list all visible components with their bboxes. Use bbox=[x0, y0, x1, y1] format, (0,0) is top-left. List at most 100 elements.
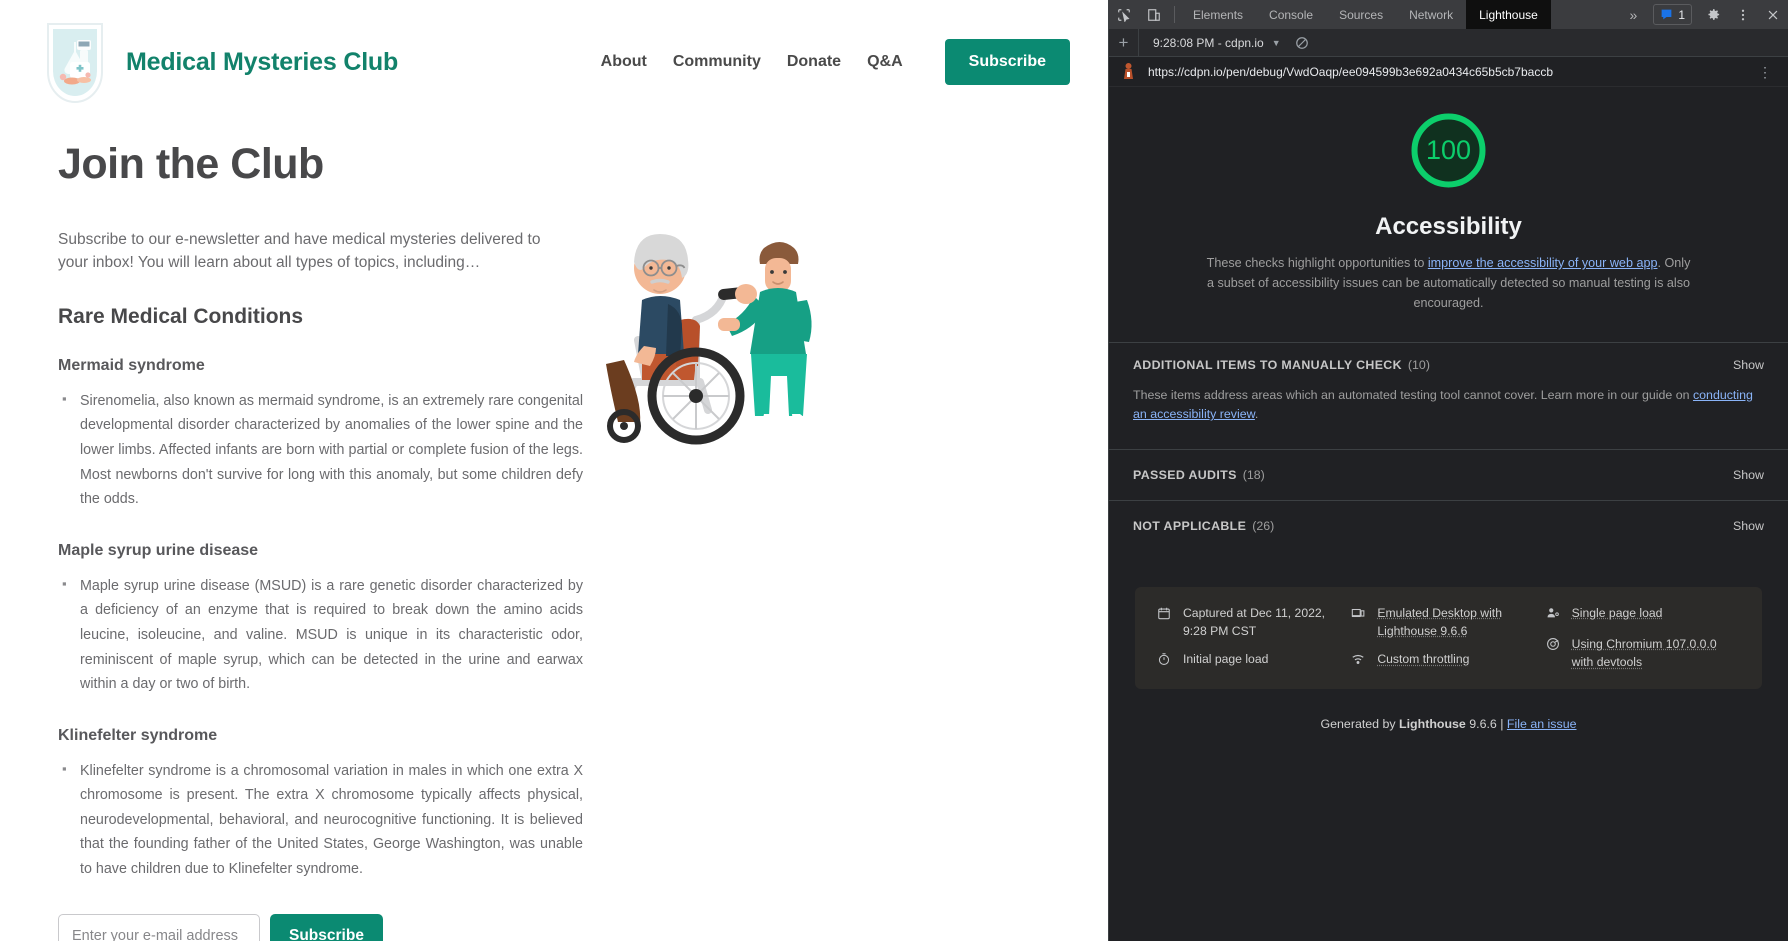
throttling-text[interactable]: Custom throttling bbox=[1377, 650, 1469, 671]
nav-item-community[interactable]: Community bbox=[673, 53, 761, 71]
metadata-item: Emulated Desktop with Lighthouse 9.6.6 bbox=[1351, 604, 1545, 641]
web-page-viewport: Medical Mysteries Club About Community D… bbox=[0, 0, 1108, 941]
list-item: Klinefelter syndrome is a chromosomal va… bbox=[58, 759, 583, 882]
nurse-pushing-elderly-man-in-wheelchair-illustration bbox=[568, 200, 868, 465]
lighthouse-report: 100 Accessibility These checks highlight… bbox=[1109, 87, 1788, 941]
report-footer: Generated by Lighthouse 9.6.6 | File an … bbox=[1109, 717, 1788, 731]
show-toggle[interactable]: Show bbox=[1733, 468, 1764, 482]
score-value: 100 bbox=[1407, 109, 1490, 192]
issues-count: 1 bbox=[1678, 8, 1685, 22]
more-options-icon[interactable] bbox=[1728, 0, 1758, 29]
report-menu-icon[interactable]: ⋮ bbox=[1752, 65, 1778, 79]
new-lighthouse-run-button[interactable]: + bbox=[1109, 29, 1139, 57]
accessibility-score-gauge: 100 bbox=[1407, 109, 1490, 192]
manual-check-header[interactable]: ADDITIONAL ITEMS TO MANUALLY CHECK (10) … bbox=[1133, 343, 1764, 386]
group-label: PASSED AUDITS bbox=[1133, 468, 1237, 482]
form-subscribe-button[interactable]: Subscribe bbox=[270, 914, 383, 941]
devtools-toolbar-right: » 1 bbox=[1620, 0, 1788, 29]
report-url[interactable]: https://cdpn.io/pen/debug/VwdOaqp/ee0945… bbox=[1148, 65, 1752, 79]
issues-icon[interactable]: 1 bbox=[1653, 4, 1692, 25]
tab-console[interactable]: Console bbox=[1256, 0, 1326, 29]
condition-list: Sirenomelia, also known as mermaid syndr… bbox=[58, 389, 583, 512]
condition-block: Klinefelter syndrome Klinefelter syndrom… bbox=[58, 727, 583, 882]
lighthouse-brand: Lighthouse bbox=[1399, 717, 1466, 731]
site-favicon-icon bbox=[1121, 63, 1136, 80]
metadata-column: Single page load Using Chromium 107.0.0.… bbox=[1546, 604, 1740, 672]
passed-audits-header[interactable]: PASSED AUDITS (18) Show bbox=[1133, 450, 1764, 500]
page-title: Join the Club bbox=[58, 140, 1108, 189]
manual-body-part-1: These items address areas which an autom… bbox=[1133, 388, 1693, 402]
score-gauge-section: 100 Accessibility These checks highlight… bbox=[1109, 87, 1788, 314]
captured-at-text: Captured at Dec 11, 2022, 9:28 PM CST bbox=[1183, 604, 1343, 641]
metadata-column: Emulated Desktop with Lighthouse 9.6.6 C… bbox=[1351, 604, 1545, 672]
show-toggle[interactable]: Show bbox=[1733, 519, 1764, 533]
clear-all-icon[interactable] bbox=[1295, 36, 1309, 50]
condition-list: Maple syrup urine disease (MSUD) is a ra… bbox=[58, 574, 583, 697]
group-count: (26) bbox=[1252, 519, 1274, 533]
list-item: Sirenomelia, also known as mermaid syndr… bbox=[58, 389, 583, 512]
passed-audits-group: PASSED AUDITS (18) Show bbox=[1109, 449, 1788, 500]
show-toggle[interactable]: Show bbox=[1733, 358, 1764, 372]
list-item: Maple syrup urine disease (MSUD) is a ra… bbox=[58, 574, 583, 697]
toolbar-divider bbox=[1174, 6, 1175, 23]
close-devtools-icon[interactable] bbox=[1758, 0, 1788, 29]
condition-list: Klinefelter syndrome is a chromosomal va… bbox=[58, 759, 583, 882]
manual-body-part-2: . bbox=[1255, 407, 1258, 421]
lighthouse-run-selector-label[interactable]: 9:28:08 PM - cdpn.io bbox=[1153, 36, 1264, 50]
page-load-mode-text[interactable]: Single page load bbox=[1572, 604, 1663, 625]
device-toolbar-icon[interactable] bbox=[1139, 0, 1169, 29]
condition-title: Mermaid syndrome bbox=[58, 357, 583, 375]
run-metadata-box: Captured at Dec 11, 2022, 9:28 PM CST In… bbox=[1135, 587, 1762, 689]
intro-paragraph: Subscribe to our e-newsletter and have m… bbox=[58, 229, 558, 275]
condition-block: Mermaid syndrome Sirenomelia, also known… bbox=[58, 357, 583, 512]
single-page-icon bbox=[1546, 604, 1562, 625]
lighthouse-version: 9.6.6 | bbox=[1466, 717, 1507, 731]
site-title: Medical Mysteries Club bbox=[126, 48, 398, 77]
emulation-text[interactable]: Emulated Desktop with Lighthouse 9.6.6 bbox=[1377, 604, 1537, 641]
page-content: Join the Club Subscribe to our e-newslet… bbox=[0, 118, 1108, 941]
generated-by-prefix: Generated by bbox=[1321, 717, 1400, 731]
metadata-item: Initial page load bbox=[1157, 650, 1351, 671]
group-count: (10) bbox=[1408, 358, 1430, 372]
medical-shield-logo-icon[interactable] bbox=[42, 18, 108, 106]
nav-item-donate[interactable]: Donate bbox=[787, 53, 841, 71]
calendar-icon bbox=[1157, 604, 1173, 641]
tab-elements[interactable]: Elements bbox=[1180, 0, 1256, 29]
improve-accessibility-link[interactable]: improve the accessibility of your web ap… bbox=[1428, 256, 1658, 270]
site-header: Medical Mysteries Club About Community D… bbox=[0, 0, 1108, 118]
group-label: ADDITIONAL ITEMS TO MANUALLY CHECK bbox=[1133, 358, 1402, 372]
devices-icon bbox=[1351, 604, 1367, 641]
tab-lighthouse[interactable]: Lighthouse bbox=[1466, 0, 1551, 29]
more-tabs-icon[interactable]: » bbox=[1620, 0, 1648, 29]
not-applicable-group: NOT APPLICABLE (26) Show bbox=[1109, 500, 1788, 551]
page-load-type-text: Initial page load bbox=[1183, 650, 1268, 671]
manual-check-body: These items address areas which an autom… bbox=[1133, 386, 1764, 449]
devtools-panel: Elements Console Sources Network Lightho… bbox=[1108, 0, 1788, 941]
manual-check-group: ADDITIONAL ITEMS TO MANUALLY CHECK (10) … bbox=[1109, 342, 1788, 449]
chevron-down-icon[interactable]: ▼ bbox=[1272, 38, 1281, 48]
lighthouse-run-bar: + 9:28:08 PM - cdpn.io ▼ bbox=[1109, 29, 1788, 57]
metadata-item: Custom throttling bbox=[1351, 650, 1545, 671]
metadata-column: Captured at Dec 11, 2022, 9:28 PM CST In… bbox=[1157, 604, 1351, 672]
condition-title: Klinefelter syndrome bbox=[58, 727, 583, 745]
condition-block: Maple syrup urine disease Maple syrup ur… bbox=[58, 542, 583, 697]
tab-sources[interactable]: Sources bbox=[1326, 0, 1396, 29]
chromium-icon bbox=[1546, 635, 1562, 672]
tab-network[interactable]: Network bbox=[1396, 0, 1466, 29]
chromium-version-text[interactable]: Using Chromium 107.0.0.0 with devtools bbox=[1572, 635, 1732, 672]
nav-item-about[interactable]: About bbox=[601, 53, 647, 71]
not-applicable-header[interactable]: NOT APPLICABLE (26) Show bbox=[1133, 501, 1764, 551]
nav-item-qanda[interactable]: Q&A bbox=[867, 53, 903, 71]
email-input[interactable] bbox=[58, 914, 260, 941]
settings-gear-icon[interactable] bbox=[1698, 0, 1728, 29]
metadata-item: Using Chromium 107.0.0.0 with devtools bbox=[1546, 635, 1740, 672]
group-label: NOT APPLICABLE bbox=[1133, 519, 1246, 533]
stopwatch-icon bbox=[1157, 650, 1173, 671]
header-subscribe-button[interactable]: Subscribe bbox=[945, 39, 1070, 85]
condition-title: Maple syrup urine disease bbox=[58, 542, 583, 560]
file-an-issue-link[interactable]: File an issue bbox=[1507, 717, 1577, 731]
group-count: (18) bbox=[1243, 468, 1265, 482]
inspect-element-icon[interactable] bbox=[1109, 0, 1139, 29]
metadata-item: Captured at Dec 11, 2022, 9:28 PM CST bbox=[1157, 604, 1351, 641]
throttling-icon bbox=[1351, 650, 1367, 671]
